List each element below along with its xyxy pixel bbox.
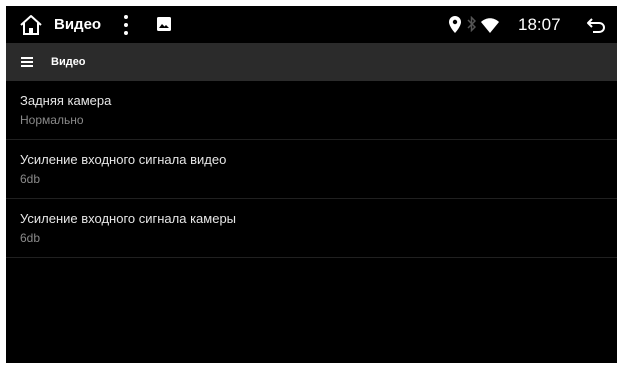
setting-camera-input-gain[interactable]: Усиление входного сигнала камеры 6db — [6, 199, 617, 258]
setting-value: 6db — [20, 231, 41, 245]
setting-label: Усиление входного сигнала камеры — [20, 211, 237, 226]
wifi-icon — [480, 16, 500, 34]
setting-value: Нормально — [20, 113, 84, 127]
setting-rear-camera[interactable]: Задняя камера Нормально — [6, 81, 617, 140]
page-title: Видео — [51, 56, 86, 68]
setting-label: Усиление входного сигнала видео — [20, 152, 227, 167]
home-icon[interactable] — [18, 13, 44, 37]
menu-icon[interactable] — [21, 57, 33, 67]
bluetooth-icon — [466, 15, 476, 33]
image-icon — [156, 16, 172, 32]
app-bar: Видео — [6, 43, 617, 81]
status-bar: Видео 18:07 — [6, 6, 617, 43]
settings-list: Задняя камера Нормально Усиление входног… — [6, 81, 617, 258]
location-icon — [448, 15, 462, 34]
setting-video-input-gain[interactable]: Усиление входного сигнала видео 6db — [6, 140, 617, 199]
more-vert-icon[interactable] — [121, 15, 131, 35]
setting-value: 6db — [20, 172, 41, 186]
back-icon[interactable] — [585, 15, 607, 35]
clock: 18:07 — [518, 14, 561, 34]
setting-label: Задняя камера — [20, 93, 112, 108]
app-title: Видео — [54, 16, 102, 33]
screen: Видео 18:07 Видео Задняя камера Нормальн… — [6, 6, 617, 363]
